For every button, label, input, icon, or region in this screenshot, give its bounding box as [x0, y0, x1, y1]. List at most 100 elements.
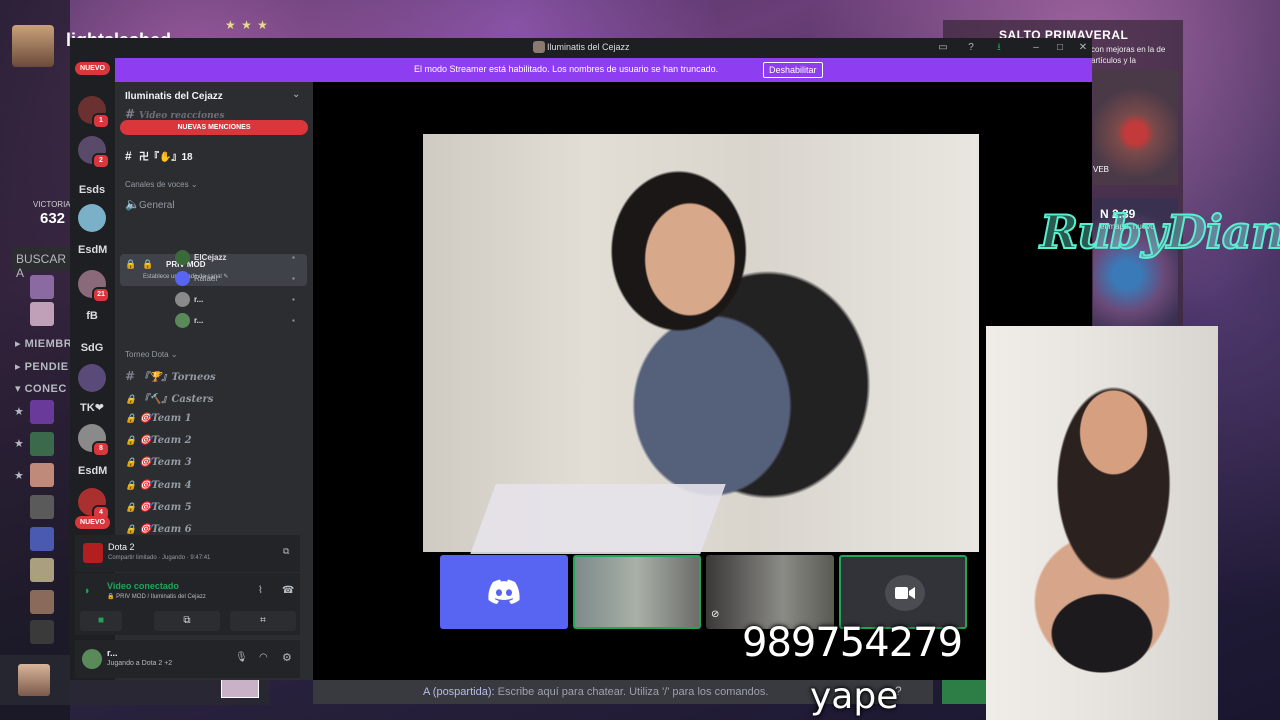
- help-icon[interactable]: ?: [963, 40, 979, 56]
- channel-label: 『🔨』Casters: [139, 394, 214, 406]
- server-name[interactable]: Iluminatis del Cejazz: [125, 91, 223, 102]
- chat-placeholder: A (pospartida): Escribe aquí para chatea…: [423, 686, 769, 698]
- voice-channel-path[interactable]: 🔒 PRIV MOD / Iluminatis del Cejazz: [107, 593, 206, 600]
- server-icon[interactable]: fB: [78, 302, 106, 330]
- bg-search-input[interactable]: BUSCAR A: [12, 247, 72, 280]
- gear-icon[interactable]: ⚙: [282, 651, 292, 664]
- streamer-name-overlay: RubyDiana: [1039, 204, 1280, 260]
- mention-badge: 21: [92, 287, 110, 303]
- channel-item[interactable]: 🔒 『🔨』Casters: [125, 390, 213, 405]
- channel-item[interactable]: 🔒 🎯Team 5: [125, 502, 192, 513]
- streamer-webcam: [986, 326, 1218, 720]
- download-icon[interactable]: ⭳: [991, 40, 1007, 56]
- bg-avatar: [12, 25, 54, 67]
- server-icon[interactable]: EsdM: [78, 236, 107, 264]
- disconnect-icon[interactable]: ☎: [282, 585, 294, 596]
- headphones-icon[interactable]: ◠: [259, 652, 268, 663]
- webcam-tile[interactable]: [573, 555, 701, 629]
- bg-list-thumb: [30, 590, 54, 614]
- channel-item[interactable]: 🔒 🎯Team 2: [125, 435, 192, 446]
- avatar[interactable]: [175, 292, 190, 307]
- dota-icon: [83, 543, 103, 563]
- share-screen-button[interactable]: ⧉: [154, 611, 220, 631]
- video-icon: ▪: [292, 295, 295, 304]
- new-pill[interactable]: NUEVO: [75, 516, 110, 529]
- channel-item[interactable]: # 『🏆』Torneos: [125, 368, 216, 383]
- channel-item[interactable]: 🔒 🎯Team 1: [125, 413, 192, 424]
- server-icon[interactable]: [78, 364, 106, 392]
- keyboard-image: [470, 484, 726, 554]
- bg-list-thumb: [30, 620, 54, 644]
- avatar[interactable]: [82, 649, 102, 669]
- user-name: r...: [107, 648, 118, 658]
- torneo-category[interactable]: Torneo Dota ⌄: [125, 350, 178, 359]
- muted-video-icon: ⊘: [711, 609, 720, 620]
- hash-icon: #: [125, 369, 136, 383]
- maximize-icon[interactable]: □: [1052, 40, 1068, 56]
- chevron-down-icon[interactable]: ⌄: [292, 89, 300, 100]
- voice-category[interactable]: Canales de voces ⌄: [125, 180, 198, 189]
- noise-suppression-icon[interactable]: ⌇: [258, 585, 263, 596]
- bg-list-label: ▸ PENDIE: [15, 361, 69, 373]
- channel-label: 🎯Team 3: [139, 457, 192, 469]
- title-bar: Iluminatis del Cejazz ▭ ? ⭳ – □ ✕: [70, 38, 1092, 58]
- voice-user-name[interactable]: r...: [194, 295, 203, 304]
- channel-item[interactable]: # 卍『✋』18: [125, 148, 193, 163]
- channel-item[interactable]: 🔒 🎯Team 6: [125, 524, 192, 535]
- channel-item[interactable]: 🔒 🎯Team 3: [125, 457, 192, 468]
- server-icon[interactable]: Esds: [78, 176, 106, 204]
- disable-streamer-button[interactable]: Deshabilitar: [763, 62, 823, 78]
- chat-send-button[interactable]: [942, 680, 988, 704]
- lock-icon: 🔒: [125, 502, 137, 513]
- server-icon[interactable]: TK❤: [78, 394, 106, 422]
- voice-user-name[interactable]: Rafael: [194, 274, 217, 283]
- channel-item[interactable]: # Video reacciones: [125, 107, 224, 121]
- channel-label: 🎯Team 6: [139, 524, 192, 536]
- user-panel: r... Jugando a Dota 2 +2 🎙 ◠ ⚙: [75, 640, 300, 678]
- avatar[interactable]: [175, 271, 190, 286]
- voice-status-label[interactable]: Video conectado: [107, 581, 179, 591]
- camera-icon: [895, 587, 915, 599]
- webcam-tile[interactable]: ⊘: [706, 555, 834, 629]
- bg-star-icon: ★: [14, 470, 24, 482]
- lock-icon: 🔒: [125, 413, 137, 424]
- activity-button[interactable]: ⌗: [230, 611, 296, 631]
- discord-tile[interactable]: [440, 555, 568, 629]
- video-icon: ▪: [292, 316, 295, 325]
- video-stage: ⊘: [313, 82, 1092, 680]
- new-pill[interactable]: NUEVO: [75, 62, 110, 75]
- bg-victoria-value: 632: [40, 210, 66, 227]
- bg-bottom-avatar: [18, 664, 50, 696]
- server-icon[interactable]: EsdM: [78, 457, 107, 485]
- avatar[interactable]: [175, 313, 190, 328]
- avatar[interactable]: [175, 250, 190, 265]
- new-mentions-pill[interactable]: NUEVAS MENCIONES: [120, 120, 308, 135]
- yape-overlay: yape: [810, 676, 899, 717]
- inbox-icon[interactable]: ▭: [935, 40, 951, 56]
- lock-icon: 🔒: [125, 480, 137, 491]
- activity-panel[interactable]: Dota 2 Compartir limitado · Jugando · 9:…: [75, 535, 300, 572]
- server-icon[interactable]: [78, 204, 106, 232]
- video-off-tile[interactable]: [839, 555, 967, 629]
- minimize-icon[interactable]: –: [1028, 40, 1044, 56]
- bg-list-thumb: [30, 432, 54, 456]
- activity-game: Dota 2: [108, 542, 135, 552]
- channel-label: 🎯Team 5: [139, 501, 192, 513]
- microphone-icon[interactable]: 🎙: [235, 652, 248, 663]
- bg-list-thumb: [30, 495, 54, 519]
- main-stream-video[interactable]: [423, 134, 979, 554]
- mention-badge: 2: [92, 153, 110, 169]
- camera-button[interactable]: ■: [80, 611, 122, 631]
- server-icon[interactable]: SdG: [78, 334, 106, 362]
- voice-user-name[interactable]: ElCejazz: [194, 253, 226, 262]
- bg-star-icon: ★: [14, 438, 24, 450]
- bg-list-thumb: [30, 463, 54, 487]
- channel-item[interactable]: 🔒 🎯Team 4: [125, 480, 192, 491]
- voice-channel-general[interactable]: 🔈General: [125, 197, 175, 211]
- bg-victoria-label: VICTORIA: [33, 200, 71, 209]
- screen-share-icon[interactable]: ⧉: [283, 546, 289, 557]
- close-icon[interactable]: ✕: [1075, 40, 1091, 56]
- voice-user-name[interactable]: r...: [194, 316, 203, 325]
- lock-icon: 🔒: [125, 395, 137, 406]
- channel-label: 🎯Team 4: [139, 479, 192, 491]
